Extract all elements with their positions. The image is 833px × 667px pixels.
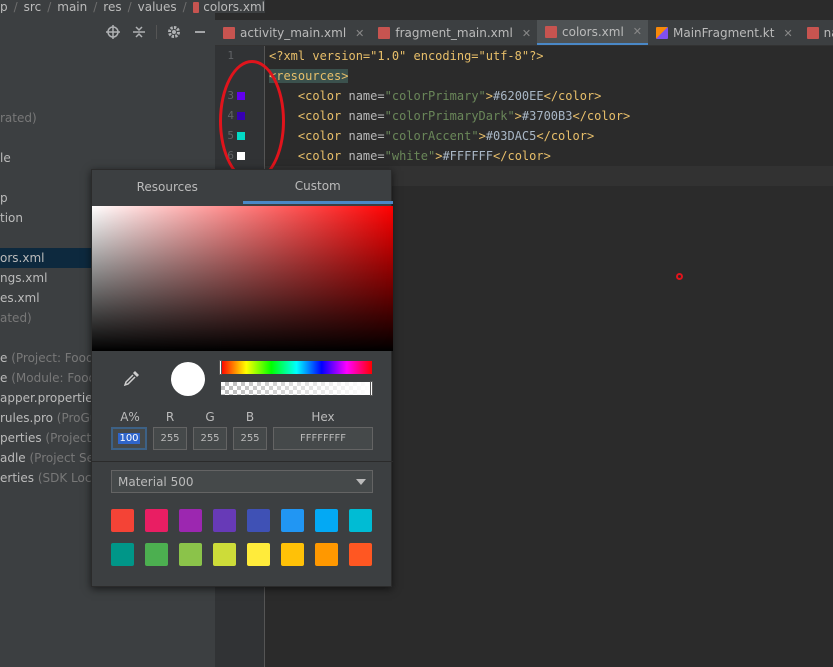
code-line-3: <color name="colorPrimary">#6200EE</colo… bbox=[297, 89, 602, 103]
alpha-slider-handle[interactable] bbox=[370, 381, 373, 396]
tab-resources[interactable]: Resources bbox=[92, 170, 243, 204]
line-number: 6 bbox=[227, 149, 234, 162]
breadcrumb: p / src / main / res / values / colors.xml bbox=[0, 0, 265, 13]
kotlin-file-icon bbox=[656, 27, 668, 39]
palette-dropdown[interactable]: Material 500 bbox=[111, 470, 373, 493]
palette-swatch[interactable] bbox=[281, 509, 304, 532]
code-line-6: <color name="white">#FFFFFF</color> bbox=[297, 149, 551, 163]
code-line-1: <?xml version="1.0" encoding="utf-8"?> bbox=[269, 49, 544, 63]
hex-label: Hex bbox=[311, 410, 335, 424]
minimize-icon[interactable] bbox=[191, 23, 209, 41]
color-swatch-white[interactable] bbox=[237, 152, 245, 160]
annotation-dot bbox=[676, 273, 683, 280]
color-swatch-primary[interactable] bbox=[237, 92, 245, 100]
close-icon[interactable]: ✕ bbox=[355, 27, 364, 40]
hue-slider-handle[interactable] bbox=[219, 360, 222, 375]
tree-row[interactable]: le bbox=[0, 148, 215, 168]
line-number: 3 bbox=[227, 89, 234, 102]
breadcrumb-item[interactable]: colors.xml bbox=[203, 0, 265, 13]
xml-file-icon bbox=[545, 25, 558, 38]
palette-swatch[interactable] bbox=[179, 543, 202, 566]
tab-colors[interactable]: colors.xml ✕ bbox=[537, 20, 648, 45]
red-label: R bbox=[165, 410, 175, 424]
tab-fragment-main[interactable]: fragment_main.xml ✕ bbox=[370, 20, 537, 45]
color-swatch-accent[interactable] bbox=[237, 132, 245, 140]
palette-swatch[interactable] bbox=[281, 543, 304, 566]
color-picker-popup: Resources Custom A% R G B Hex 100 255 25… bbox=[91, 169, 393, 587]
code-line-4: <color name="colorPrimaryDark">#3700B3</… bbox=[297, 109, 631, 123]
breadcrumb-item[interactable]: values bbox=[138, 0, 177, 13]
breadcrumb-item[interactable]: main bbox=[57, 0, 87, 13]
close-icon[interactable]: ✕ bbox=[783, 27, 792, 40]
close-icon[interactable]: ✕ bbox=[633, 25, 642, 38]
tree-row[interactable] bbox=[0, 128, 215, 148]
divider bbox=[92, 461, 393, 462]
palette-swatch[interactable] bbox=[315, 509, 338, 532]
breadcrumb-item[interactable]: res bbox=[103, 0, 121, 13]
breadcrumb-item[interactable]: p bbox=[0, 0, 8, 13]
tab-main-fragment[interactable]: MainFragment.kt ✕ bbox=[648, 20, 799, 45]
blue-label: B bbox=[245, 410, 255, 424]
palette-swatch[interactable] bbox=[111, 543, 134, 566]
close-icon[interactable]: ✕ bbox=[522, 27, 531, 40]
xml-file-icon bbox=[378, 27, 391, 39]
tab-nav-graph[interactable]: nav_grap bbox=[799, 20, 833, 45]
breadcrumb-item[interactable]: src bbox=[24, 0, 42, 13]
code-line-5: <color name="colorAccent">#03DAC5</color… bbox=[297, 129, 595, 143]
saturation-value-area[interactable] bbox=[92, 206, 393, 351]
tab-activity-main[interactable]: activity_main.xml ✕ bbox=[215, 20, 370, 45]
alpha-label: A% bbox=[120, 410, 140, 424]
palette-swatch[interactable] bbox=[349, 543, 372, 566]
xml-file-icon bbox=[223, 27, 235, 39]
palette-swatch[interactable] bbox=[349, 509, 372, 532]
hex-field[interactable]: FFFFFFFF bbox=[273, 427, 373, 450]
palette-swatch[interactable] bbox=[111, 509, 134, 532]
ide-window: p / src / main / res / values / colors.xml ra… bbox=[0, 0, 833, 667]
palette-swatch[interactable] bbox=[179, 509, 202, 532]
line-number: 5 bbox=[227, 129, 234, 142]
green-label: G bbox=[205, 410, 215, 424]
green-field[interactable]: 255 bbox=[193, 427, 227, 450]
palette-swatch[interactable] bbox=[247, 543, 270, 566]
xml-file-icon bbox=[192, 2, 200, 13]
line-number: 4 bbox=[227, 109, 234, 122]
red-field[interactable]: 255 bbox=[153, 427, 187, 450]
locate-icon[interactable] bbox=[104, 23, 122, 41]
palette-swatch[interactable] bbox=[213, 509, 236, 532]
color-preview bbox=[171, 362, 205, 396]
blue-field[interactable]: 255 bbox=[233, 427, 267, 450]
alpha-slider[interactable] bbox=[221, 382, 372, 395]
eyedropper-icon[interactable] bbox=[121, 367, 143, 389]
gear-icon[interactable] bbox=[165, 23, 183, 41]
code-line-2: <resources> bbox=[269, 69, 349, 83]
collapse-all-icon[interactable] bbox=[130, 23, 148, 41]
palette-swatch[interactable] bbox=[145, 509, 168, 532]
palette-swatch[interactable] bbox=[213, 543, 236, 566]
color-picker-tabs: Resources Custom bbox=[92, 170, 393, 204]
tab-custom[interactable]: Custom bbox=[242, 170, 393, 204]
project-panel-toolbar bbox=[0, 13, 215, 50]
palette-dropdown-value: Material 500 bbox=[118, 474, 194, 489]
palette-swatch[interactable] bbox=[315, 543, 338, 566]
palette-swatch[interactable] bbox=[247, 509, 270, 532]
line-number: 1 bbox=[227, 49, 234, 62]
chevron-down-icon bbox=[356, 478, 366, 485]
color-swatch-primary-dark[interactable] bbox=[237, 112, 245, 120]
xml-file-icon bbox=[806, 27, 819, 39]
alpha-field[interactable]: 100 bbox=[111, 427, 147, 450]
editor-tabs: activity_main.xml ✕ fragment_main.xml ✕ … bbox=[215, 20, 833, 46]
tree-row[interactable]: rated) bbox=[0, 108, 215, 128]
hue-slider[interactable] bbox=[221, 361, 372, 374]
palette-swatch[interactable] bbox=[145, 543, 168, 566]
